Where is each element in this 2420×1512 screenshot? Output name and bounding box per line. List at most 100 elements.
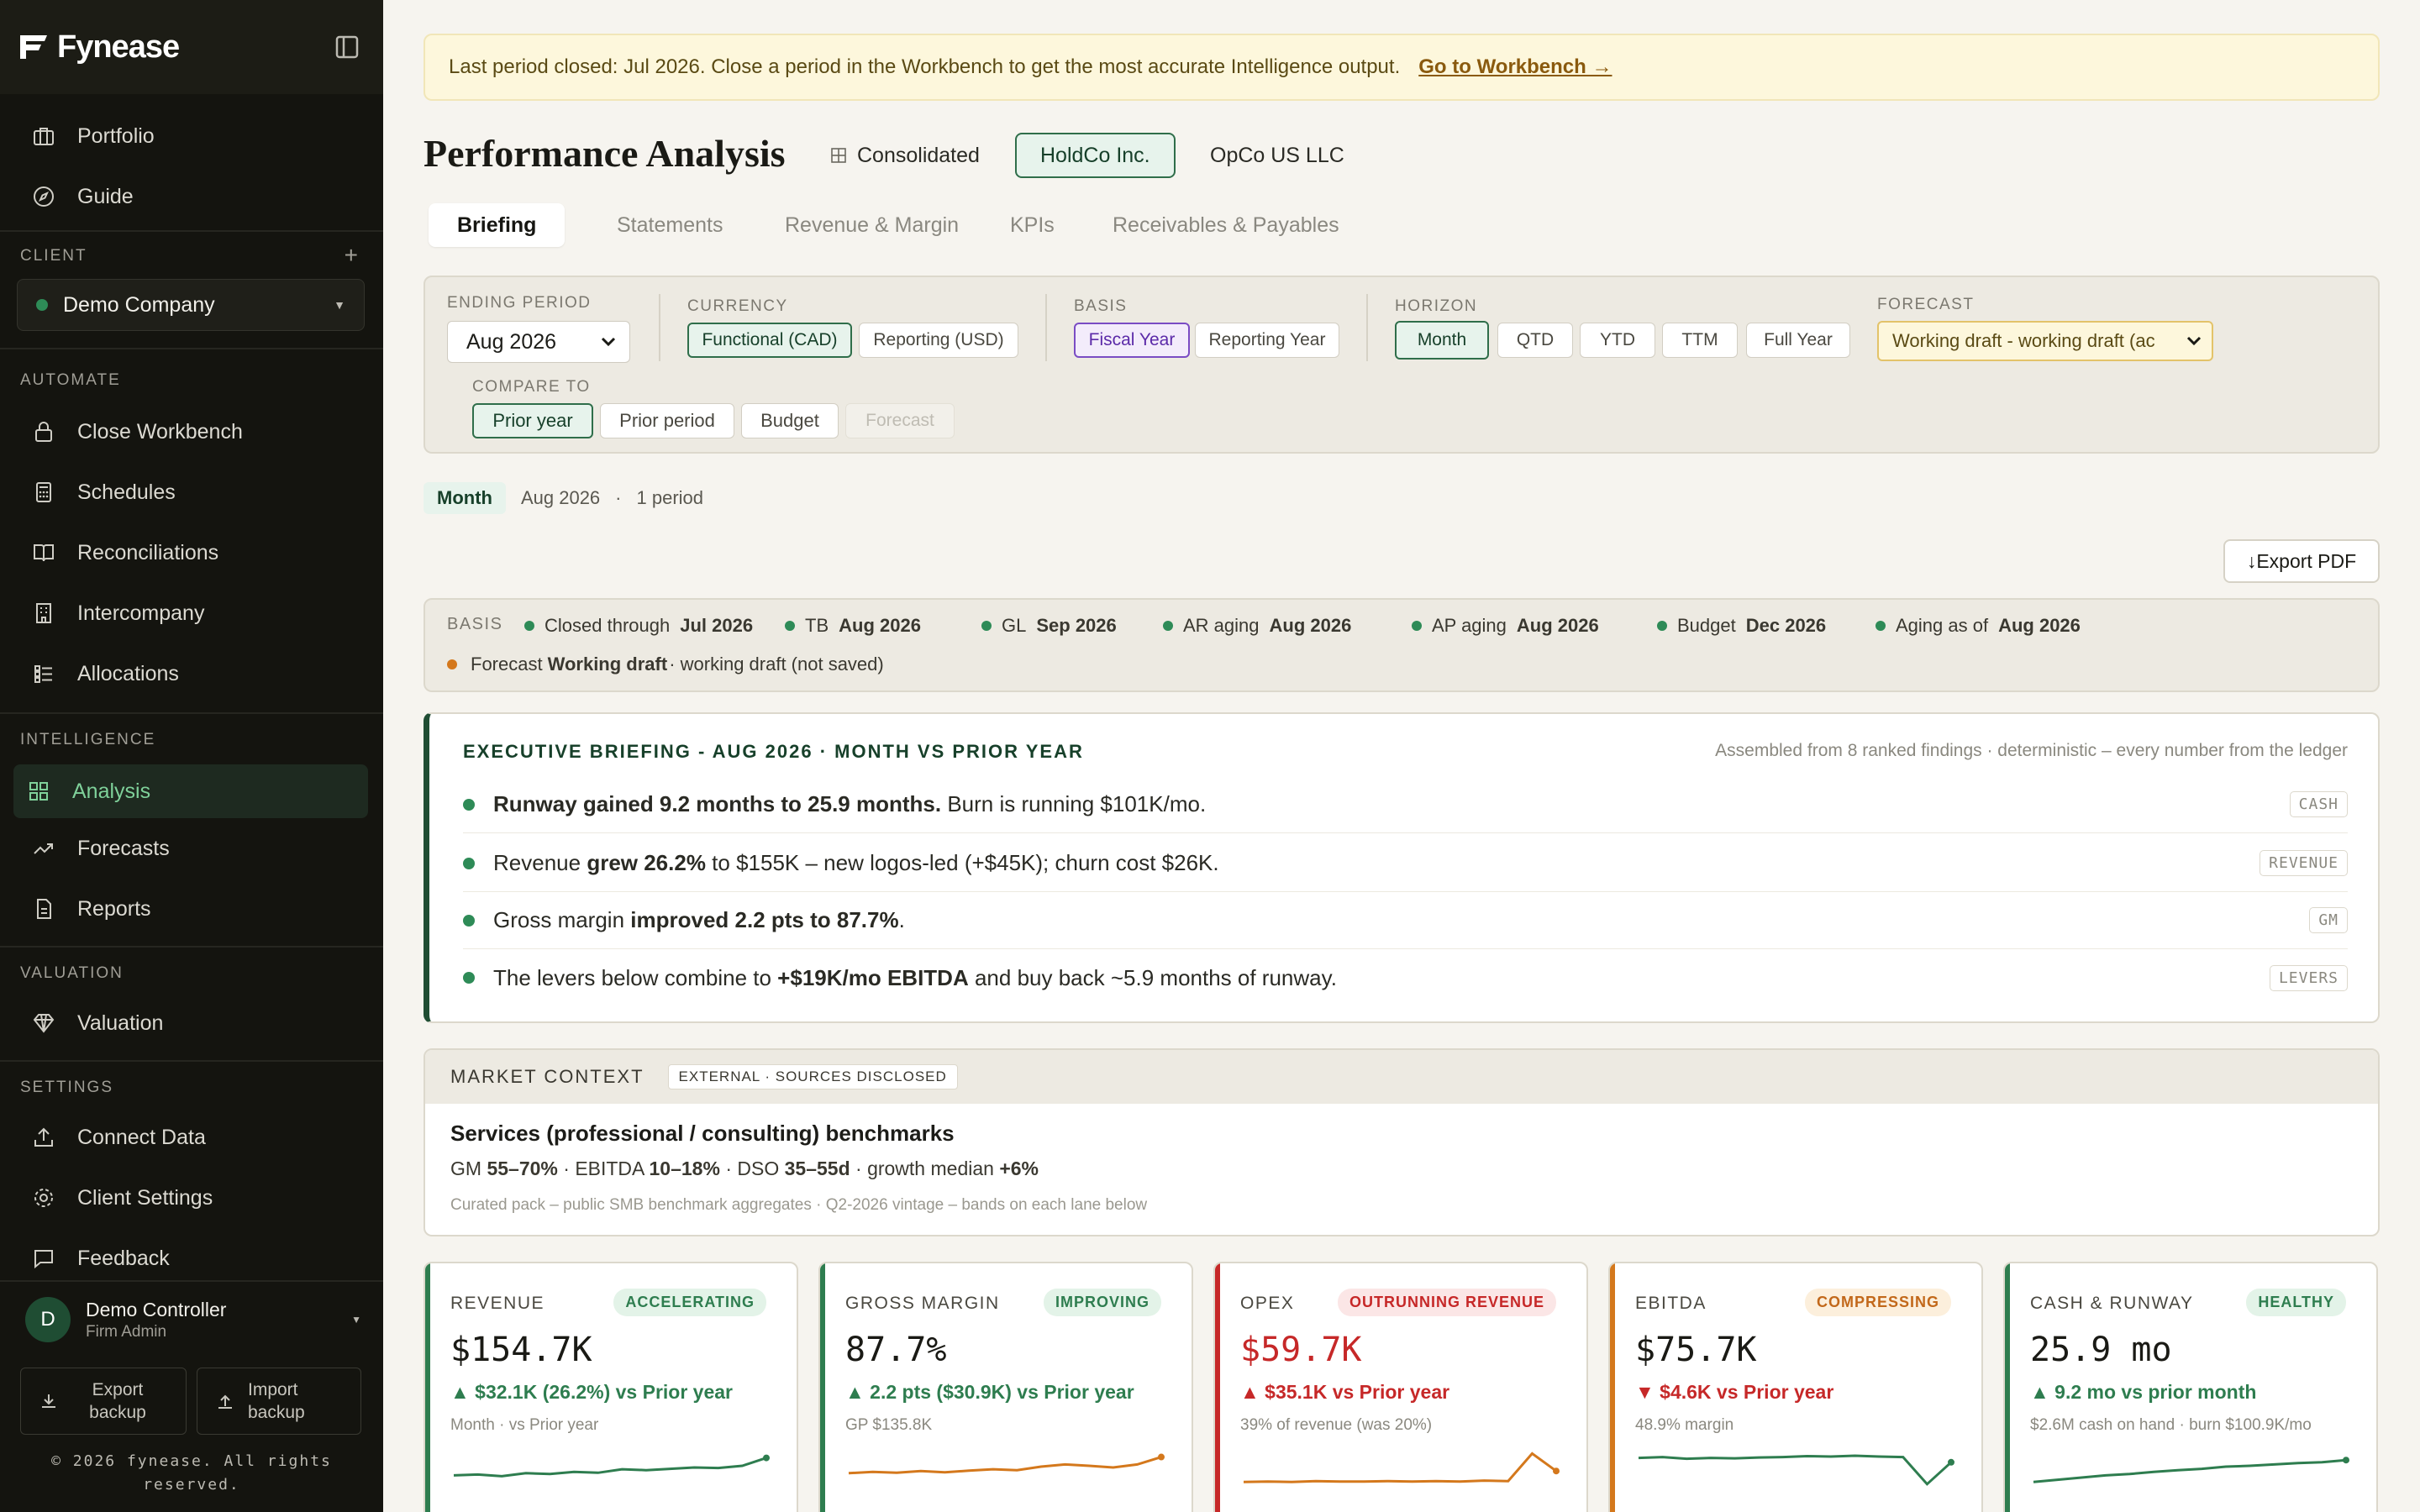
sidebar-item-schedules[interactable]: Schedules (18, 469, 365, 516)
status-dot (447, 659, 457, 669)
upload-icon (34, 1127, 53, 1147)
sparkline-endpoint (1553, 1467, 1560, 1475)
user-role: Firm Admin (86, 1322, 167, 1341)
trend-up-icon (34, 843, 53, 854)
grid-icon (831, 148, 846, 163)
book-icon (34, 544, 54, 562)
kpi-value: $59.7K (1240, 1331, 1362, 1369)
tab-briefing[interactable]: Briefing (429, 203, 566, 247)
basis-item-label: Forecast (471, 654, 543, 675)
client-select[interactable]: Demo Company ▼ (17, 279, 365, 331)
basis-item-value: Aug 2026 (1269, 615, 1352, 636)
horizon-qtd-chip[interactable]: QTD (1497, 323, 1573, 358)
briefing-tag: REVENUE (2260, 850, 2348, 876)
horizon-ytd-chip[interactable]: YTD (1580, 323, 1655, 358)
divider (0, 230, 383, 232)
currency-reporting-chip[interactable]: Reporting (USD) (859, 323, 1018, 358)
sidebar-item-connect-data[interactable]: Connect Data (18, 1114, 365, 1161)
briefing-row: Runway gained 9.2 months to 25.9 months.… (463, 776, 2348, 833)
basis-strip: BASIS Closed through Jul 2026 TB Aug 202… (424, 598, 2380, 692)
app-logo[interactable]: Fynease (18, 29, 180, 66)
kpi-sparkline (453, 1454, 770, 1478)
horizon-month-chip[interactable]: Month (1395, 321, 1489, 360)
sidebar-item-guide[interactable]: Guide (18, 173, 365, 220)
kpi-card-ebitda[interactable]: EBITDA COMPRESSING $75.7K ▼ $4.6K vs Pri… (1608, 1262, 1983, 1512)
forecast-value: Working draft - working draft (ac (1892, 330, 2155, 351)
ending-period-select[interactable]: Aug 2026 (447, 321, 630, 363)
sidebar-item-label: Feedback (77, 1246, 170, 1270)
sidebar-item-label: Allocations (77, 661, 179, 685)
entity-opco[interactable]: OpCo US LLC (1186, 133, 1368, 178)
sidebar-item-reports[interactable]: Reports (18, 885, 365, 932)
basis-item: Aging as of Aug 2026 (1876, 615, 2081, 637)
basis-reporting-year-chip[interactable]: Reporting Year (1195, 323, 1339, 358)
user-menu[interactable]: D Demo Controller Firm Admin ▼ (25, 1294, 361, 1346)
entity-holdco[interactable]: HoldCo Inc. (1015, 133, 1176, 178)
sidebar-item-intercompany[interactable]: Intercompany (18, 590, 365, 637)
export-pdf-button[interactable]: ↓ Export PDF (2223, 539, 2380, 583)
chevron-down-icon (601, 337, 616, 347)
sidebar-item-allocations[interactable]: Allocations (18, 650, 365, 697)
tab-statements[interactable]: Statements (588, 203, 751, 247)
sidebar-item-client-settings[interactable]: Client Settings (18, 1174, 365, 1221)
kpi-card-opex[interactable]: OPEX OUTRUNNING REVENUE $59.7K ▲ $35.1K … (1213, 1262, 1588, 1512)
basis-item-label: GL (1002, 615, 1027, 636)
forecast-select[interactable]: Working draft - working draft (ac (1877, 321, 2213, 361)
sidebar-item-portfolio[interactable]: Portfolio (18, 113, 365, 160)
basis-item-label: AR aging (1183, 615, 1260, 636)
basis-fiscal-year-chip[interactable]: Fiscal Year (1074, 323, 1190, 358)
basis-label: BASIS (1074, 297, 1128, 315)
go-to-workbench-link[interactable]: Go to Workbench → (1418, 55, 1612, 79)
briefing-text: . (898, 907, 905, 932)
status-dot (1163, 621, 1173, 631)
bullet-dot (463, 857, 475, 869)
horizon-full-year-chip[interactable]: Full Year (1746, 323, 1850, 358)
horizon-ttm-chip[interactable]: TTM (1662, 323, 1738, 358)
status-dot (1412, 621, 1422, 631)
metric-value: +6% (999, 1158, 1039, 1179)
add-client-button[interactable]: + (345, 242, 358, 269)
kpi-card-gross-margin[interactable]: GROSS MARGIN IMPROVING 87.7% ▲ 2.2 pts (… (818, 1262, 1193, 1512)
entity-consolidated[interactable]: Consolidated (807, 133, 1003, 178)
kpi-accent-bar (2005, 1263, 2010, 1512)
sidebar-item-label: Close Workbench (77, 419, 243, 444)
kpi-card-cash-runway[interactable]: CASH & RUNWAY HEALTHY 25.9 mo ▲ 9.2 mo v… (2003, 1262, 2378, 1512)
kpi-sparkline (848, 1453, 1165, 1475)
section-label-client: CLIENT (20, 247, 87, 265)
compare-prior-period-chip[interactable]: Prior period (600, 403, 734, 438)
sidebar-item-label: Analysis (72, 779, 151, 803)
import-backup-label: Import backup (248, 1380, 305, 1422)
kpi-card-revenue[interactable]: REVENUE ACCELERATING $154.7K ▲ $32.1K (2… (424, 1262, 798, 1512)
sidebar-item-forecasts[interactable]: Forecasts (18, 825, 365, 872)
sidebar-item-feedback[interactable]: Feedback (18, 1235, 365, 1282)
market-context-title: MARKET CONTEXT (450, 1066, 644, 1087)
basis-item-value: Dec 2026 (1745, 615, 1827, 636)
export-backup-button[interactable]: Export backup (20, 1368, 187, 1435)
sidebar-item-reconciliations[interactable]: Reconciliations (18, 529, 365, 576)
kpi-subtext: $2.6M cash on hand · burn $100.9K/mo (2030, 1416, 2312, 1434)
import-backup-button[interactable]: Import backup (197, 1368, 361, 1435)
briefing-highlight: +$19K/mo EBITDA (777, 964, 969, 990)
tab-receivables-payables[interactable]: Receivables & Payables (1084, 203, 1368, 247)
section-label-automate: AUTOMATE (20, 371, 121, 389)
market-context: MARKET CONTEXT EXTERNAL · SOURCES DISCLO… (424, 1048, 2380, 1236)
tab-revenue-margin[interactable]: Revenue & Margin (756, 203, 987, 247)
kpi-accent-bar (1610, 1263, 1615, 1512)
tab-kpis[interactable]: KPIs (981, 203, 1083, 247)
sidebar-item-close-workbench[interactable]: Close Workbench (18, 408, 365, 455)
sparkline-path (1243, 1452, 1557, 1483)
currency-functional-chip[interactable]: Functional (CAD) (687, 323, 852, 358)
section-label-intelligence: INTELLIGENCE (20, 731, 156, 748)
basis-item: Closed through Jul 2026 (524, 615, 753, 637)
section-label-valuation: VALUATION (20, 964, 124, 982)
metric-label: · growth median (850, 1158, 1000, 1179)
sidebar-item-analysis[interactable]: Analysis (13, 764, 368, 818)
sidebar-item-valuation[interactable]: Valuation (18, 1000, 365, 1047)
kpi-value: 25.9 mo (2030, 1331, 2172, 1369)
kpi-status-badge: HEALTHY (2246, 1289, 2346, 1316)
basis-item: Budget Dec 2026 (1657, 615, 1826, 637)
compare-prior-year-chip[interactable]: Prior year (472, 403, 593, 438)
collapse-sidebar-icon[interactable] (334, 34, 360, 60)
currency-label: CURRENCY (687, 297, 788, 315)
compare-budget-chip[interactable]: Budget (741, 403, 839, 438)
